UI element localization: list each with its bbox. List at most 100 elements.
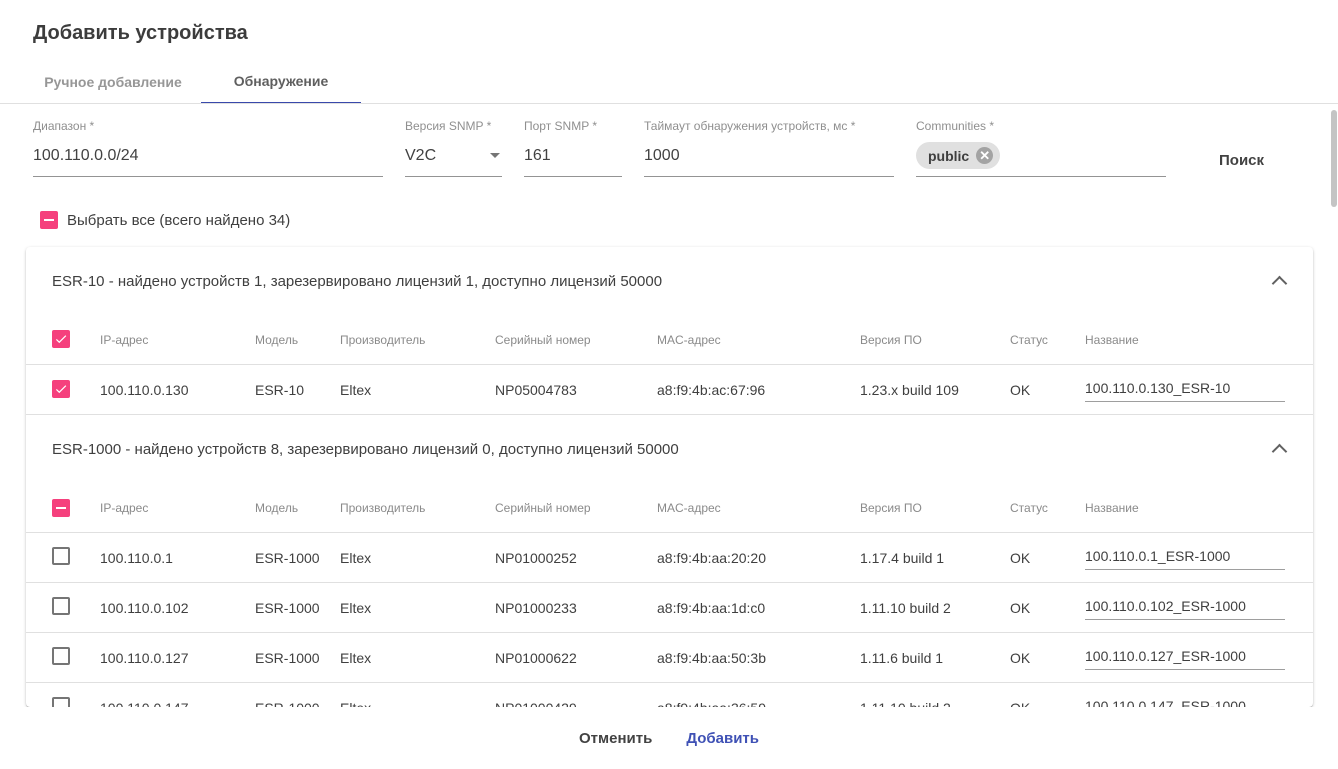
group-header[interactable]: ESR-1000 - найдено устройств 8, зарезерв… (26, 415, 1313, 483)
snmp-version-label: Версия SNMP * (405, 118, 502, 135)
discovery-results-card: ESR-10 - найдено устройств 1, зарезервир… (26, 247, 1313, 707)
cell-mac: a8:f9:4b:aa:36:59 (657, 683, 860, 708)
table-row: 100.110.0.1ESR-1000EltexNP01000252a8:f9:… (26, 533, 1313, 583)
column-header: IP-адрес (100, 315, 255, 365)
search-button[interactable]: Поиск (1211, 146, 1272, 175)
timeout-field: Таймаут обнаружения устройств, мс * (644, 118, 894, 177)
tabs-divider (0, 103, 1338, 104)
table-header-row: IP-адресМодельПроизводительСерийный номе… (26, 483, 1313, 533)
cell-serial: NP01000233 (495, 583, 657, 633)
cell-serial: NP01000622 (495, 633, 657, 683)
device-name-input[interactable] (1085, 646, 1285, 670)
checkbox-checked[interactable] (52, 330, 70, 348)
cell-name (1085, 533, 1313, 583)
cell-serial: NP01000429 (495, 683, 657, 708)
cell-status: OK (1010, 533, 1085, 583)
column-header: Производитель (340, 315, 495, 365)
column-header: Версия ПО (860, 483, 1010, 533)
column-header: Версия ПО (860, 315, 1010, 365)
vertical-scrollbar[interactable] (1331, 110, 1337, 207)
cell-vendor: Eltex (340, 533, 495, 583)
cancel-button[interactable]: Отменить (569, 722, 662, 755)
tab-discovery-label: Обнаружение (234, 73, 328, 89)
checkbox-unchecked[interactable] (52, 647, 70, 665)
cell-status: OK (1010, 583, 1085, 633)
tab-bar: Ручное добавление Обнаружение (33, 60, 361, 104)
tab-manual-add-label: Ручное добавление (44, 74, 182, 90)
cell-ip: 100.110.0.102 (100, 583, 255, 633)
devices-table: IP-адресМодельПроизводительСерийный номе… (26, 483, 1313, 707)
snmp-version-select[interactable]: V2C (405, 135, 502, 177)
community-chip-label: public (928, 148, 969, 164)
column-header: Модель (255, 483, 340, 533)
communities-label: Communities * (916, 118, 1166, 135)
device-name-input[interactable] (1085, 596, 1285, 620)
select-all-row: Выбрать все (всего найдено 34) (40, 211, 290, 229)
device-name-input[interactable] (1085, 378, 1285, 402)
chevron-up-icon[interactable] (1272, 444, 1288, 460)
cell-fw: 1.11.10 build 2 (860, 583, 1010, 633)
chip-remove-icon[interactable]: ✕ (976, 147, 993, 164)
range-label: Диапазон * (33, 118, 383, 135)
group-title: ESR-1000 - найдено устройств 8, зарезерв… (52, 441, 679, 458)
device-name-input[interactable] (1085, 696, 1285, 708)
table-row: 100.110.0.127ESR-1000EltexNP01000622a8:f… (26, 633, 1313, 683)
snmp-port-input[interactable] (524, 135, 622, 177)
checkbox-unchecked[interactable] (52, 697, 70, 707)
dialog-footer: Отменить Добавить (0, 707, 1338, 769)
table-row: 100.110.0.102ESR-1000EltexNP01000233a8:f… (26, 583, 1313, 633)
checkbox-checked[interactable] (52, 380, 70, 398)
checkbox-indeterminate[interactable] (52, 499, 70, 517)
column-header: Статус (1010, 483, 1085, 533)
cell-model: ESR-1000 (255, 533, 340, 583)
cell-vendor: Eltex (340, 365, 495, 415)
cell-name (1085, 365, 1313, 415)
cell-ip: 100.110.0.147 (100, 683, 255, 708)
cell-name (1085, 633, 1313, 683)
column-header: Серийный номер (495, 315, 657, 365)
cell-ip: 100.110.0.1 (100, 533, 255, 583)
device-name-input[interactable] (1085, 546, 1285, 570)
cell-status: OK (1010, 365, 1085, 415)
cell-name (1085, 683, 1313, 708)
cell-model: ESR-10 (255, 365, 340, 415)
cell-vendor: Eltex (340, 633, 495, 683)
cell-status: OK (1010, 633, 1085, 683)
devices-table: IP-адресМодельПроизводительСерийный номе… (26, 315, 1313, 415)
cell-fw: 1.11.10 build 2 (860, 683, 1010, 708)
cell-serial: NP05004783 (495, 365, 657, 415)
cell-model: ESR-1000 (255, 633, 340, 683)
column-header: Серийный номер (495, 483, 657, 533)
cell-fw: 1.23.x build 109 (860, 365, 1010, 415)
timeout-input[interactable] (644, 135, 894, 177)
checkbox-indeterminate[interactable] (40, 211, 58, 229)
table-row: 100.110.0.130ESR-10EltexNP05004783a8:f9:… (26, 365, 1313, 415)
select-all-label: Выбрать все (всего найдено 34) (67, 212, 290, 229)
tab-discovery[interactable]: Обнаружение (201, 60, 361, 104)
tab-manual-add[interactable]: Ручное добавление (33, 60, 193, 104)
cell-model: ESR-1000 (255, 583, 340, 633)
snmp-port-label: Порт SNMP * (524, 118, 622, 135)
cell-mac: a8:f9:4b:aa:1d:c0 (657, 583, 860, 633)
column-header: Статус (1010, 315, 1085, 365)
checkbox-unchecked[interactable] (52, 547, 70, 565)
cell-serial: NP01000252 (495, 533, 657, 583)
column-header: Модель (255, 315, 340, 365)
column-header: Производитель (340, 483, 495, 533)
cell-ip: 100.110.0.130 (100, 365, 255, 415)
device-group: ESR-1000 - найдено устройств 8, зарезерв… (26, 415, 1313, 707)
column-header: IP-адрес (100, 483, 255, 533)
cell-status: OK (1010, 683, 1085, 708)
timeout-label: Таймаут обнаружения устройств, мс * (644, 118, 894, 135)
chevron-up-icon[interactable] (1272, 276, 1288, 292)
column-header: MAC-адрес (657, 315, 860, 365)
group-header[interactable]: ESR-10 - найдено устройств 1, зарезервир… (26, 247, 1313, 315)
cell-name (1085, 583, 1313, 633)
cell-fw: 1.11.6 build 1 (860, 633, 1010, 683)
checkbox-unchecked[interactable] (52, 597, 70, 615)
communities-input[interactable]: public ✕ (916, 135, 1166, 177)
cell-ip: 100.110.0.127 (100, 633, 255, 683)
add-button[interactable]: Добавить (676, 722, 769, 755)
cell-model: ESR-1000 (255, 683, 340, 708)
range-input[interactable] (33, 135, 383, 177)
